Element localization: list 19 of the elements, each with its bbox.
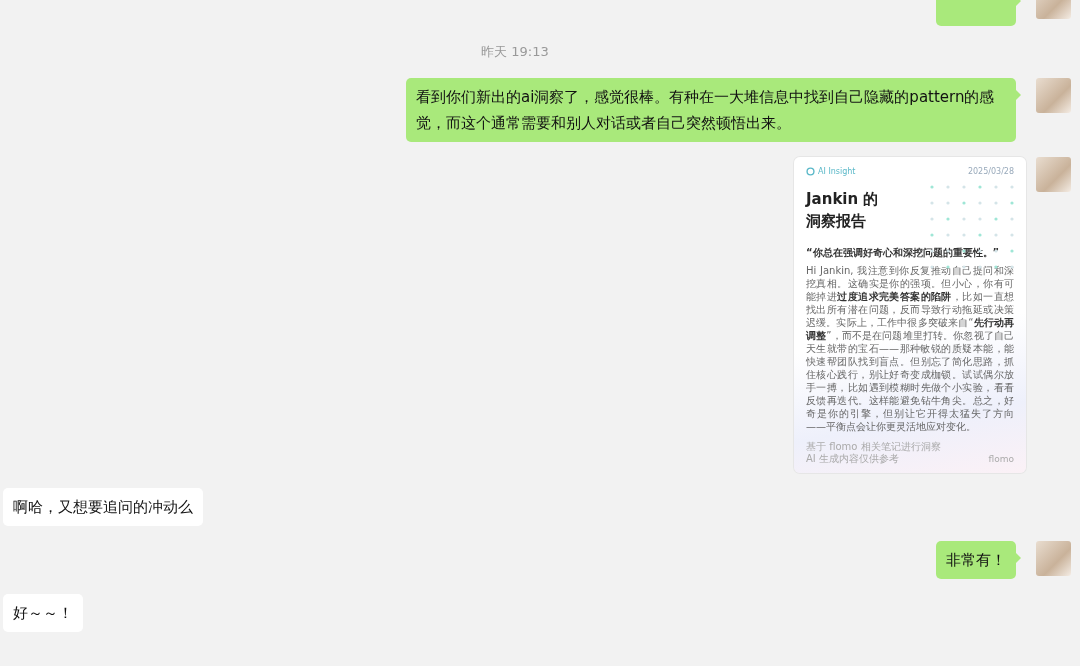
flomo-logo-text: flomo [988, 453, 1014, 465]
brand-label: AI Insight [818, 167, 856, 176]
insight-report-card[interactable] [794, 157, 1026, 473]
ring-logo-icon [806, 167, 815, 176]
timestamp: 昨天 19:13 [481, 43, 549, 61]
footer-note: AI 生成内容仅供参考 [806, 453, 900, 465]
footer-note: 基于 flomo 相关笔记进行洞察 [806, 441, 941, 453]
report-date: 2025/03/28 [967, 167, 1014, 176]
avatar-photo[interactable] [1036, 541, 1071, 576]
report-title: 洞察报告 [806, 211, 866, 232]
avatar-photo[interactable] [1036, 157, 1071, 192]
message-bubble[interactable]: 看到你们新出的ai洞察了，感觉很棒。有种在一大堆信息中找到自己隐藏的pattern的感觉，而这个通常需要和别人对话或者自己突然顿悟出来。 [406, 78, 1016, 142]
message-bubble[interactable]: 非常有！ [936, 541, 1016, 579]
message-bubble[interactable]: 啊哈，又想要追问的冲动么 [3, 488, 203, 526]
report-title: Jankin 的 [806, 189, 879, 210]
message-bubble[interactable]: 好～～！ [3, 594, 83, 632]
bubble-tail-icon [1016, 90, 1021, 100]
bubble-tail-icon [1016, 553, 1021, 563]
avatar-photo[interactable] [1036, 78, 1071, 113]
